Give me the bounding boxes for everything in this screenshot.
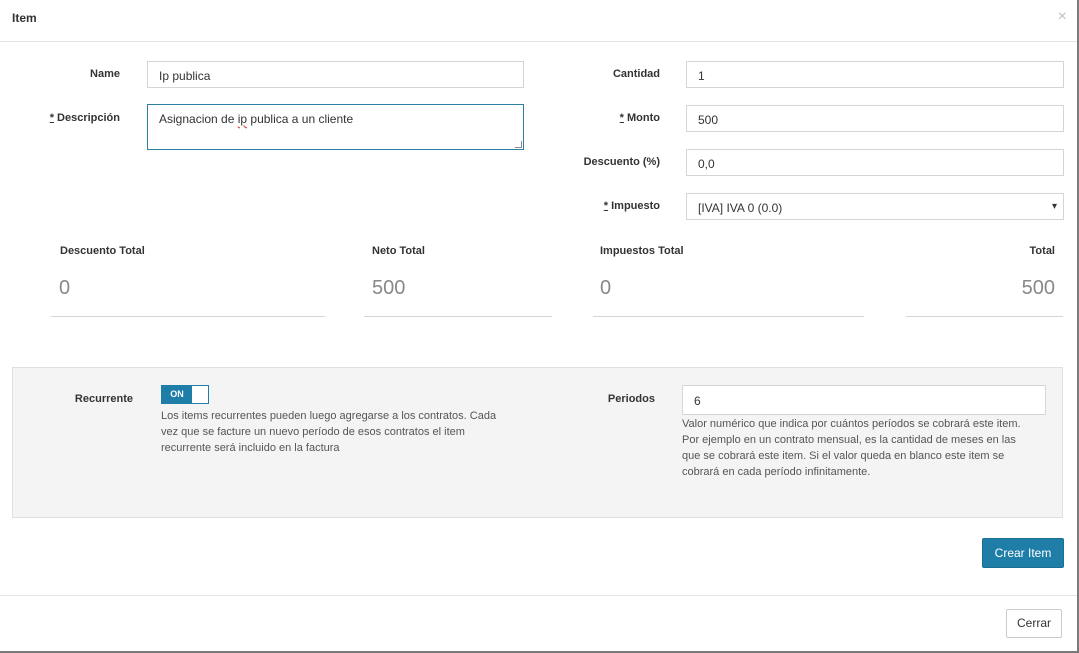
taxes-total-value: 0 — [600, 277, 612, 299]
recurrent-help-text: Los items recurrentes pueden luego agreg… — [161, 408, 531, 456]
discount-input[interactable]: 0,0 — [686, 149, 1064, 176]
help-line: recurrente será incluido en la factura — [161, 442, 340, 454]
help-line: cobrará en cada período infinitamente. — [682, 466, 871, 478]
amount-label-text: Monto — [623, 112, 660, 124]
total-value: 500 — [1021, 277, 1055, 299]
tax-select[interactable]: [IVA] IVA 0 (0.0) ▾ — [686, 193, 1064, 220]
divider — [593, 316, 864, 317]
name-input[interactable]: Ip publica — [147, 61, 524, 88]
modal-header: Item × — [0, 0, 1077, 42]
net-total-label: Neto Total — [372, 245, 425, 257]
help-line: Los items recurrentes pueden luego agreg… — [161, 410, 497, 422]
discount-label: Descuento (%) — [583, 156, 660, 168]
divider — [51, 316, 325, 317]
tax-label-text: Impuesto — [608, 200, 660, 212]
periods-help-text: Valor numérico que indica por cuántos pe… — [682, 416, 1052, 480]
item-modal: Item × Name Ip publica * Descripción Asi… — [0, 0, 1079, 653]
periods-input[interactable]: 6 — [682, 385, 1046, 415]
divider — [364, 316, 552, 317]
close-button[interactable]: Cerrar — [1006, 609, 1062, 638]
close-icon[interactable]: × — [1058, 8, 1067, 26]
help-line: Valor numérico que indica por cuántos pe… — [682, 418, 1021, 430]
description-text-part: publica a un cliente — [247, 112, 354, 126]
total-label: Total — [1029, 245, 1055, 257]
chevron-down-icon: ▾ — [1051, 201, 1057, 212]
description-label: * Descripción — [40, 112, 120, 124]
tax-select-value: [IVA] IVA 0 (0.0) — [698, 201, 783, 215]
divider — [906, 316, 1063, 317]
resize-handle-icon[interactable] — [515, 141, 522, 148]
help-line: Por ejemplo en un contrato mensual, es l… — [682, 434, 1016, 446]
modal-title: Item — [12, 11, 37, 25]
create-item-button[interactable]: Crear Item — [982, 538, 1064, 568]
help-line: que se cobrará este item. Si el valor qu… — [682, 450, 1005, 462]
help-line: vez que se facture un nuevo período de e… — [161, 426, 465, 438]
amount-label: * Monto — [580, 112, 660, 124]
discount-total-value: 0 — [59, 277, 71, 299]
description-textarea[interactable]: Asignacion de ip publica a un cliente — [147, 104, 524, 150]
periods-label: Periodos — [607, 393, 655, 405]
spellcheck-word: ip — [237, 112, 248, 126]
amount-input[interactable]: 500 — [686, 105, 1064, 132]
net-total-value: 500 — [372, 277, 406, 299]
description-value: Asignacion de ip publica a un cliente — [159, 112, 353, 126]
quantity-input[interactable]: 1 — [686, 61, 1064, 88]
discount-total-label: Descuento Total — [60, 245, 145, 257]
quantity-label: Cantidad — [612, 68, 660, 80]
tax-label: * Impuesto — [580, 200, 660, 212]
description-text-part: Asignacion de — [159, 112, 238, 126]
toggle-on-label: ON — [162, 386, 192, 403]
recurrent-label: Recurrente — [74, 393, 133, 405]
description-label-text: Descripción — [53, 112, 120, 124]
recurrent-toggle[interactable]: ON — [161, 385, 209, 404]
name-label: Name — [90, 68, 120, 80]
footer-divider — [0, 595, 1077, 596]
taxes-total-label: Impuestos Total — [600, 245, 684, 257]
